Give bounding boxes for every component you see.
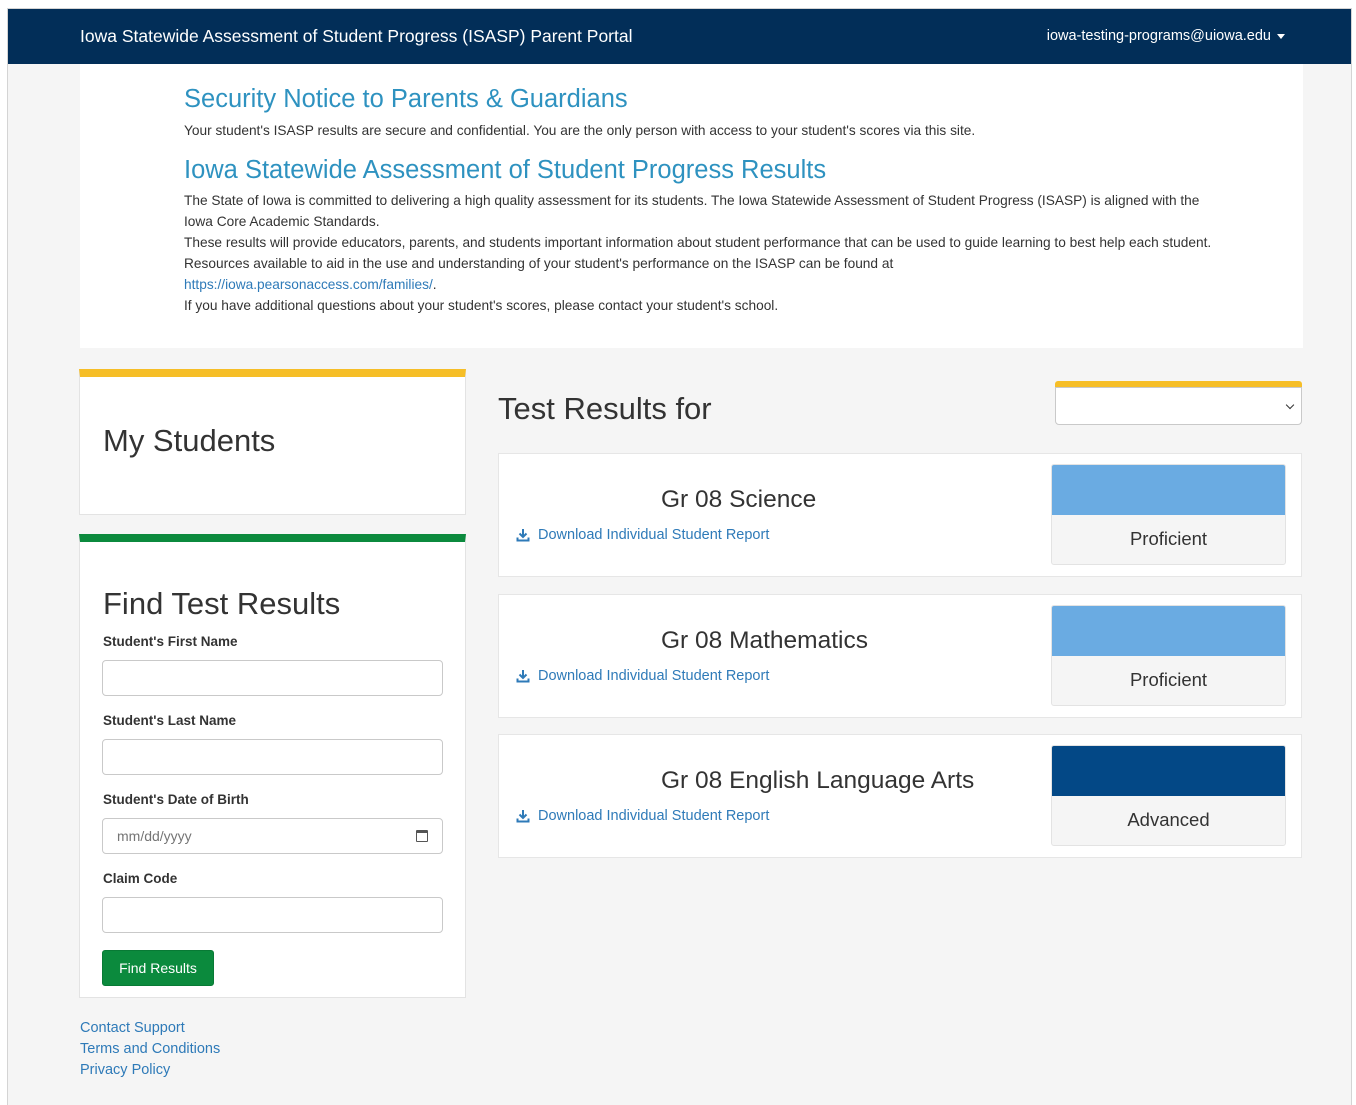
download-icon [516, 529, 530, 542]
dob-input[interactable] [102, 818, 443, 854]
terms-link[interactable]: Terms and Conditions [80, 1039, 220, 1060]
performance-color-bar [1052, 606, 1285, 656]
result-card-science: Gr 08 Science Download Individual Studen… [498, 453, 1302, 577]
download-report-label: Download Individual Student Report [538, 527, 770, 543]
notice-panel: Security Notice to Parents & Guardians Y… [80, 64, 1303, 348]
test-subject: Gr 08 English Language Arts [661, 767, 975, 794]
claim-code-label: Claim Code [103, 871, 178, 886]
results-info-paragraph-2-text: These results will provide educators, pa… [184, 235, 1212, 271]
my-students-heading: My Students [103, 423, 276, 458]
result-card-english-language-arts: Gr 08 English Language Arts Download Ind… [498, 734, 1302, 858]
results-info-heading: Iowa Statewide Assessment of Student Pro… [184, 156, 827, 184]
performance-level-box: Proficient [1051, 464, 1286, 565]
download-report-label: Download Individual Student Report [538, 668, 770, 684]
security-notice-text: Your student's ISASP results are secure … [184, 123, 976, 138]
contact-support-link[interactable]: Contact Support [80, 1018, 220, 1039]
my-students-card: My Students [79, 369, 466, 515]
claim-code-input[interactable] [102, 897, 443, 933]
result-card-mathematics: Gr 08 Mathematics Download Individual St… [498, 594, 1302, 718]
performance-level-box: Proficient [1051, 605, 1286, 706]
dob-field [102, 818, 443, 854]
chevron-down-icon [1285, 400, 1295, 410]
caret-down-icon [1277, 33, 1285, 39]
student-select-box[interactable] [1055, 387, 1302, 425]
security-notice-heading: Security Notice to Parents & Guardians [184, 85, 628, 113]
download-report-label: Download Individual Student Report [538, 808, 770, 824]
first-name-label: Student's First Name [103, 634, 238, 649]
last-name-label: Student's Last Name [103, 713, 236, 728]
app-frame: Iowa Statewide Assessment of Student Pro… [7, 8, 1352, 1105]
find-test-results-heading: Find Test Results [103, 586, 341, 621]
performance-color-bar [1052, 746, 1285, 796]
test-subject: Gr 08 Mathematics [661, 627, 868, 654]
performance-level: Proficient [1129, 669, 1208, 690]
performance-color-bar [1052, 465, 1285, 515]
link-suffix: . [432, 277, 437, 292]
results-info-paragraph-1: The State of Iowa is committed to delive… [184, 193, 1200, 229]
privacy-policy-link[interactable]: Privacy Policy [80, 1060, 220, 1081]
download-icon [516, 810, 530, 823]
download-icon [516, 670, 530, 683]
user-email: iowa-testing-programs@uiowa.edu [1046, 28, 1271, 44]
find-test-results-card: Find Test Results Student's First Name S… [79, 534, 466, 998]
user-menu-toggle[interactable]: iowa-testing-programs@uiowa.edu [1047, 28, 1285, 44]
dob-label: Student's Date of Birth [103, 792, 249, 807]
performance-level-box: Advanced [1051, 745, 1286, 846]
find-results-button[interactable]: Find Results [102, 950, 214, 986]
performance-level: Proficient [1129, 528, 1208, 549]
download-report-link[interactable]: Download Individual Student Report [516, 527, 769, 543]
student-select[interactable] [1055, 381, 1302, 427]
top-navbar: Iowa Statewide Assessment of Student Pro… [8, 9, 1351, 64]
calendar-icon[interactable] [416, 830, 428, 842]
first-name-input[interactable] [102, 660, 443, 696]
last-name-input[interactable] [102, 739, 443, 775]
families-resource-link[interactable]: https://iowa.pearsonaccess.com/families/ [184, 277, 433, 292]
test-subject: Gr 08 Science [661, 486, 817, 513]
download-report-link[interactable]: Download Individual Student Report [516, 808, 769, 824]
results-info-paragraph-2: These results will provide educators, pa… [184, 232, 1224, 295]
test-results-title: Test Results for [498, 391, 712, 426]
footer-links: Contact Support Terms and Conditions Pri… [80, 1018, 220, 1081]
performance-level: Advanced [1127, 809, 1210, 830]
download-report-link[interactable]: Download Individual Student Report [516, 668, 769, 684]
app-title: Iowa Statewide Assessment of Student Pro… [80, 26, 633, 46]
results-info-paragraph-3: If you have additional questions about y… [184, 298, 779, 313]
